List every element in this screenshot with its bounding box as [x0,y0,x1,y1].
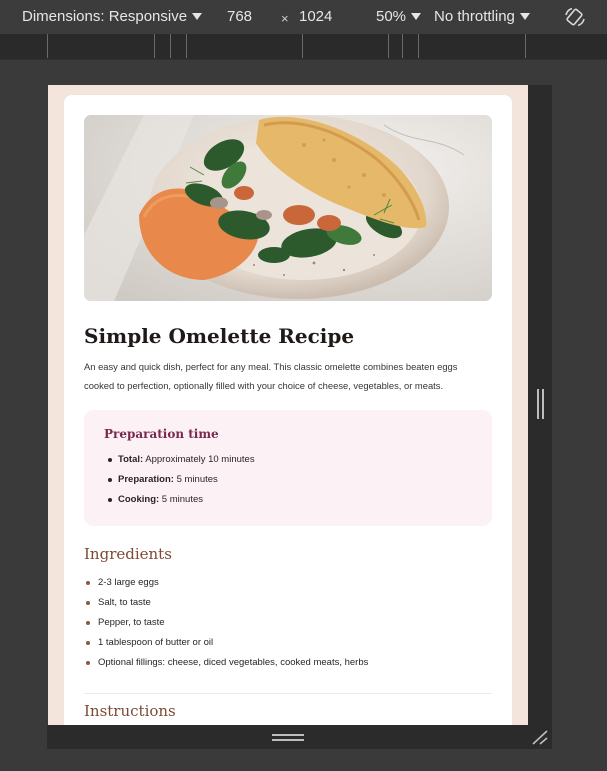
ingredients-heading: Ingredients [84,545,172,563]
recipe-description: An easy and quick dish, perfect for any … [84,361,458,391]
ruler-tick [388,34,389,58]
ingredients-list: 2-3 large eggs Salt, to taste Pepper, to… [86,573,368,673]
dimensions-dropdown[interactable]: Dimensions: Responsive [22,8,203,25]
dimension-separator: × [281,11,289,26]
list-item: 2-3 large eggs [86,573,368,593]
media-query-ruler [0,34,607,60]
rotate-icon[interactable] [563,6,587,28]
zoom-dropdown[interactable]: 50% [376,8,422,25]
width-input[interactable]: 768 [227,8,252,25]
preparation-time-box: Preparation time Total: Approximately 10… [84,410,492,526]
zoom-label: 50% [376,8,407,25]
ruler-tick [525,34,526,58]
throttling-dropdown[interactable]: No throttling [434,8,530,25]
ruler-tick [302,34,303,58]
prep-item-value: 5 minutes [173,474,218,485]
prep-item-label: Cooking: [118,494,160,505]
list-item: Pepper, to taste [86,613,368,633]
height-value: 1024 [299,8,333,25]
dimensions-label: Dimensions: Responsive [22,8,188,25]
device-viewport: Simple Omelette Recipe An easy and quick… [48,85,528,725]
list-item: Total: Approximately 10 minutes [108,450,255,470]
ruler-tick [47,34,48,58]
width-value: 768 [227,8,253,25]
ruler-tick [154,34,155,58]
devtools-toolbar: Dimensions: Responsive 768 × 1024 50% No… [0,0,607,34]
ruler-tick [186,34,187,58]
recipe-image [84,115,492,301]
list-item: Salt, to taste [86,593,368,613]
bottom-resize-handle[interactable] [272,734,304,742]
prep-item-label: Total: [118,454,144,465]
prep-item-value: Approximately 10 minutes [143,454,255,465]
ruler-tick [418,34,419,58]
prep-item-value: 5 minutes [159,494,203,505]
list-item: Cooking: 5 minutes [108,490,255,510]
chevron-down-icon [411,13,422,20]
chevron-down-icon [192,13,203,20]
height-input[interactable]: 1024 [299,8,332,25]
list-item: Preparation: 5 minutes [108,470,255,490]
recipe-card: Simple Omelette Recipe An easy and quick… [64,95,512,725]
recipe-title: Simple Omelette Recipe [84,324,355,348]
preparation-time-list: Total: Approximately 10 minutes Preparat… [108,450,255,510]
section-divider [84,693,492,694]
preparation-time-heading: Preparation time [104,427,219,441]
instructions-heading: Instructions [84,702,176,720]
right-resize-handle[interactable] [537,389,544,419]
list-item: Optional fillings: cheese, diced vegetab… [86,653,368,673]
throttling-label: No throttling [434,8,515,25]
ruler-tick [402,34,403,58]
corner-resize-handle[interactable] [531,729,549,745]
prep-item-label: Preparation: [118,474,174,485]
ruler-tick [170,34,171,58]
list-item: 1 tablespoon of butter or oil [86,633,368,653]
chevron-down-icon [519,13,530,20]
